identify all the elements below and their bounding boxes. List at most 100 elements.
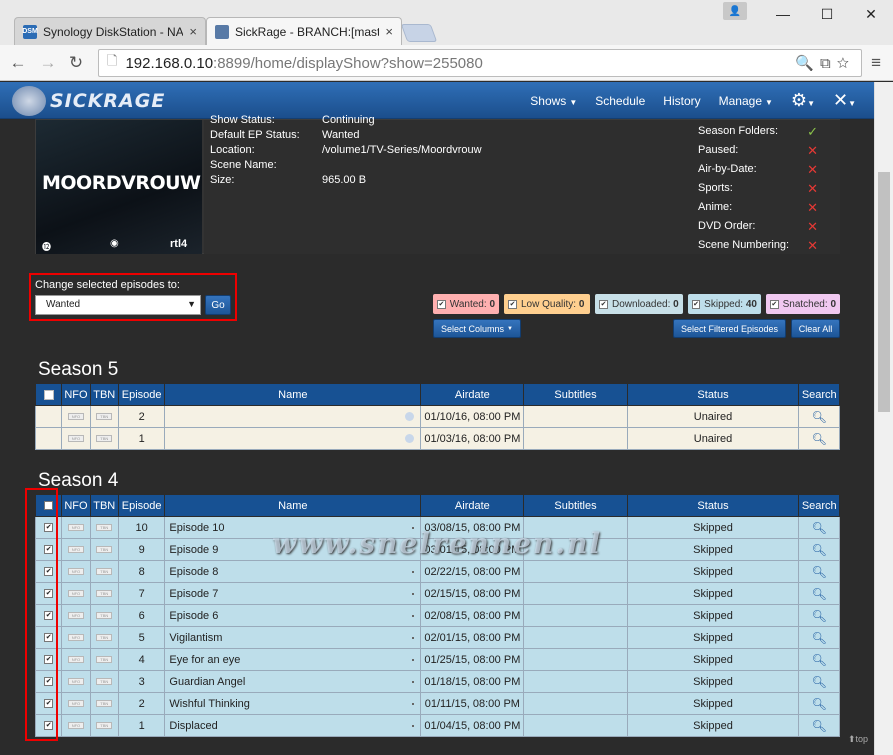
episode-checkbox[interactable] [34,427,63,450]
bookmark-star-icon[interactable]: ☆ [837,55,855,72]
nfo-icon: NFO [61,582,91,605]
back-to-top-link[interactable]: ⬆top [848,734,868,745]
episode-subtitles [523,714,628,737]
select-columns-button[interactable]: Select Columns ▼ [433,319,521,338]
tab-sickrage[interactable]: SickRage - BRANCH:[maste × [206,17,402,45]
episode-subtitles [523,670,628,693]
clear-all-button[interactable]: Clear All [791,319,840,338]
show-flag-row: Season Folders: ✓ [698,124,826,139]
go-button[interactable]: Go [205,295,231,315]
search-button[interactable]: 🔍︎ [798,692,840,715]
select-all-checkbox[interactable] [34,383,63,406]
search-button[interactable]: 🔍︎ [798,516,840,539]
select-filtered-episodes-button[interactable]: Select Filtered Episodes [673,319,786,338]
filter-wanted[interactable]: ✔ Wanted: 0 [433,294,499,314]
tab-synology[interactable]: DSM Synology DiskStation - NA × [14,17,206,45]
info-icon[interactable] [412,725,415,727]
search-icon[interactable]: 🔍 [795,55,820,72]
filter-downloaded[interactable]: ✔ Downloaded: 0 [595,294,683,314]
status-select[interactable]: Wanted ▼ [35,295,201,315]
close-tab-icon[interactable]: × [189,24,197,39]
nav-history[interactable]: History [663,94,700,108]
back-arrow-icon[interactable]: ← [8,53,28,73]
sickrage-logo[interactable]: SICKRAGE [12,86,165,116]
nfo-icon: NFO [61,604,91,627]
forward-arrow-icon[interactable]: → [38,53,58,73]
column-header: TBN [89,383,119,406]
filter-snatched[interactable]: ✔ Snatched: 0 [766,294,840,314]
close-window-icon[interactable]: ✕ [849,0,893,28]
info-icon[interactable] [412,637,415,639]
nav-shows[interactable]: Shows ▼ [530,94,577,108]
search-button[interactable]: 🔍︎ [798,714,840,737]
filter-lowquality[interactable]: ✔ Low Quality: 0 [504,294,590,314]
table-row: NFO TBN 1 01/03/16, 08:00 PM Unaired 🔍︎ [34,427,840,450]
info-icon[interactable] [412,681,415,683]
episode-checkbox[interactable] [34,405,63,428]
filter-skipped[interactable]: ✔ Skipped: 40 [688,294,761,314]
info-icon[interactable] [405,412,415,421]
scrollbar-thumb[interactable] [878,172,890,412]
checkbox[interactable]: ✔ [692,299,701,309]
search-button[interactable]: 🔍︎ [798,560,840,583]
search-icon: 🔍︎ [811,674,827,689]
episode-subtitles [523,692,628,715]
column-header: Airdate [420,383,525,406]
nav-schedule[interactable]: Schedule [595,94,645,108]
poster-title: MOORDVROUW [42,172,201,194]
tbn-icon: TBN [89,538,119,561]
episode-name: Episode 8 [164,560,422,583]
flag-label: Air-by-Date: [698,163,757,175]
tab-strip: DSM Synology DiskStation - NA × SickRage… [0,0,893,45]
search-button[interactable]: 🔍︎ [798,427,840,450]
tbn-icon: TBN [89,560,119,583]
browser-menu-icon[interactable]: ≡ [871,53,881,73]
search-button[interactable]: 🔍︎ [798,582,840,605]
checkbox[interactable]: ✔ [437,299,446,309]
reload-icon[interactable]: ↻ [66,53,86,73]
sickrage-page: SICKRAGE Shows ▼ Schedule History Manage ▼… [0,82,874,755]
checkbox[interactable]: ✔ [599,299,608,309]
search-button[interactable]: 🔍︎ [798,626,840,649]
gear-icon[interactable]: ⚙▼ [791,90,815,111]
tbn-icon: TBN [89,714,119,737]
info-icon[interactable] [412,571,415,573]
new-tab-button[interactable] [400,24,438,42]
search-button[interactable]: 🔍︎ [798,604,840,627]
translate-icon[interactable]: ⧉ [820,55,837,72]
show-info-row: Show Status: Continuing [210,114,375,126]
search-button[interactable]: 🔍︎ [798,538,840,561]
user-profile-icon[interactable]: 👤 [723,2,747,20]
column-header: Airdate [420,494,525,517]
info-icon[interactable] [412,659,415,661]
search-button[interactable]: 🔍︎ [798,648,840,671]
info-icon[interactable] [412,615,415,617]
episode-subtitles [523,626,628,649]
info-icon[interactable] [412,703,415,705]
checkbox[interactable]: ✔ [770,299,779,309]
search-button[interactable]: 🔍︎ [798,405,840,428]
search-icon: 🔍︎ [811,564,827,579]
page-scrollbar[interactable] [874,82,893,755]
info-icon[interactable] [412,593,415,595]
close-tab-icon[interactable]: × [385,24,393,39]
search-button[interactable]: 🔍︎ [798,670,840,693]
checkbox[interactable]: ✔ [508,299,517,309]
info-icon[interactable] [405,434,415,443]
tools-icon[interactable]: ✕▼ [833,90,856,111]
episode-name: Eye for an eye [164,648,422,671]
minimize-icon[interactable]: — [761,0,805,28]
filter-count: 40 [745,298,757,310]
address-bar[interactable]: 🗋 192.168.0.10:8899/home/displayShow?sho… [98,49,862,77]
column-header: Episode [117,494,166,517]
table-row: ✔ NFO TBN 6 Episode 6 02/08/15, 08:00 PM Skipp… [34,604,840,627]
search-icon: 🔍︎ [811,630,827,645]
column-header: Status [626,494,800,517]
maximize-icon[interactable]: ☐ [805,0,849,28]
logo-text: SICKRAGE [50,90,166,112]
search-icon: 🔍︎ [811,586,827,601]
episode-number: 3 [117,670,166,693]
info-key: Location: [210,144,255,156]
show-flag-row: DVD Order: ✕ [698,219,826,234]
nav-manage[interactable]: Manage ▼ [719,94,773,108]
